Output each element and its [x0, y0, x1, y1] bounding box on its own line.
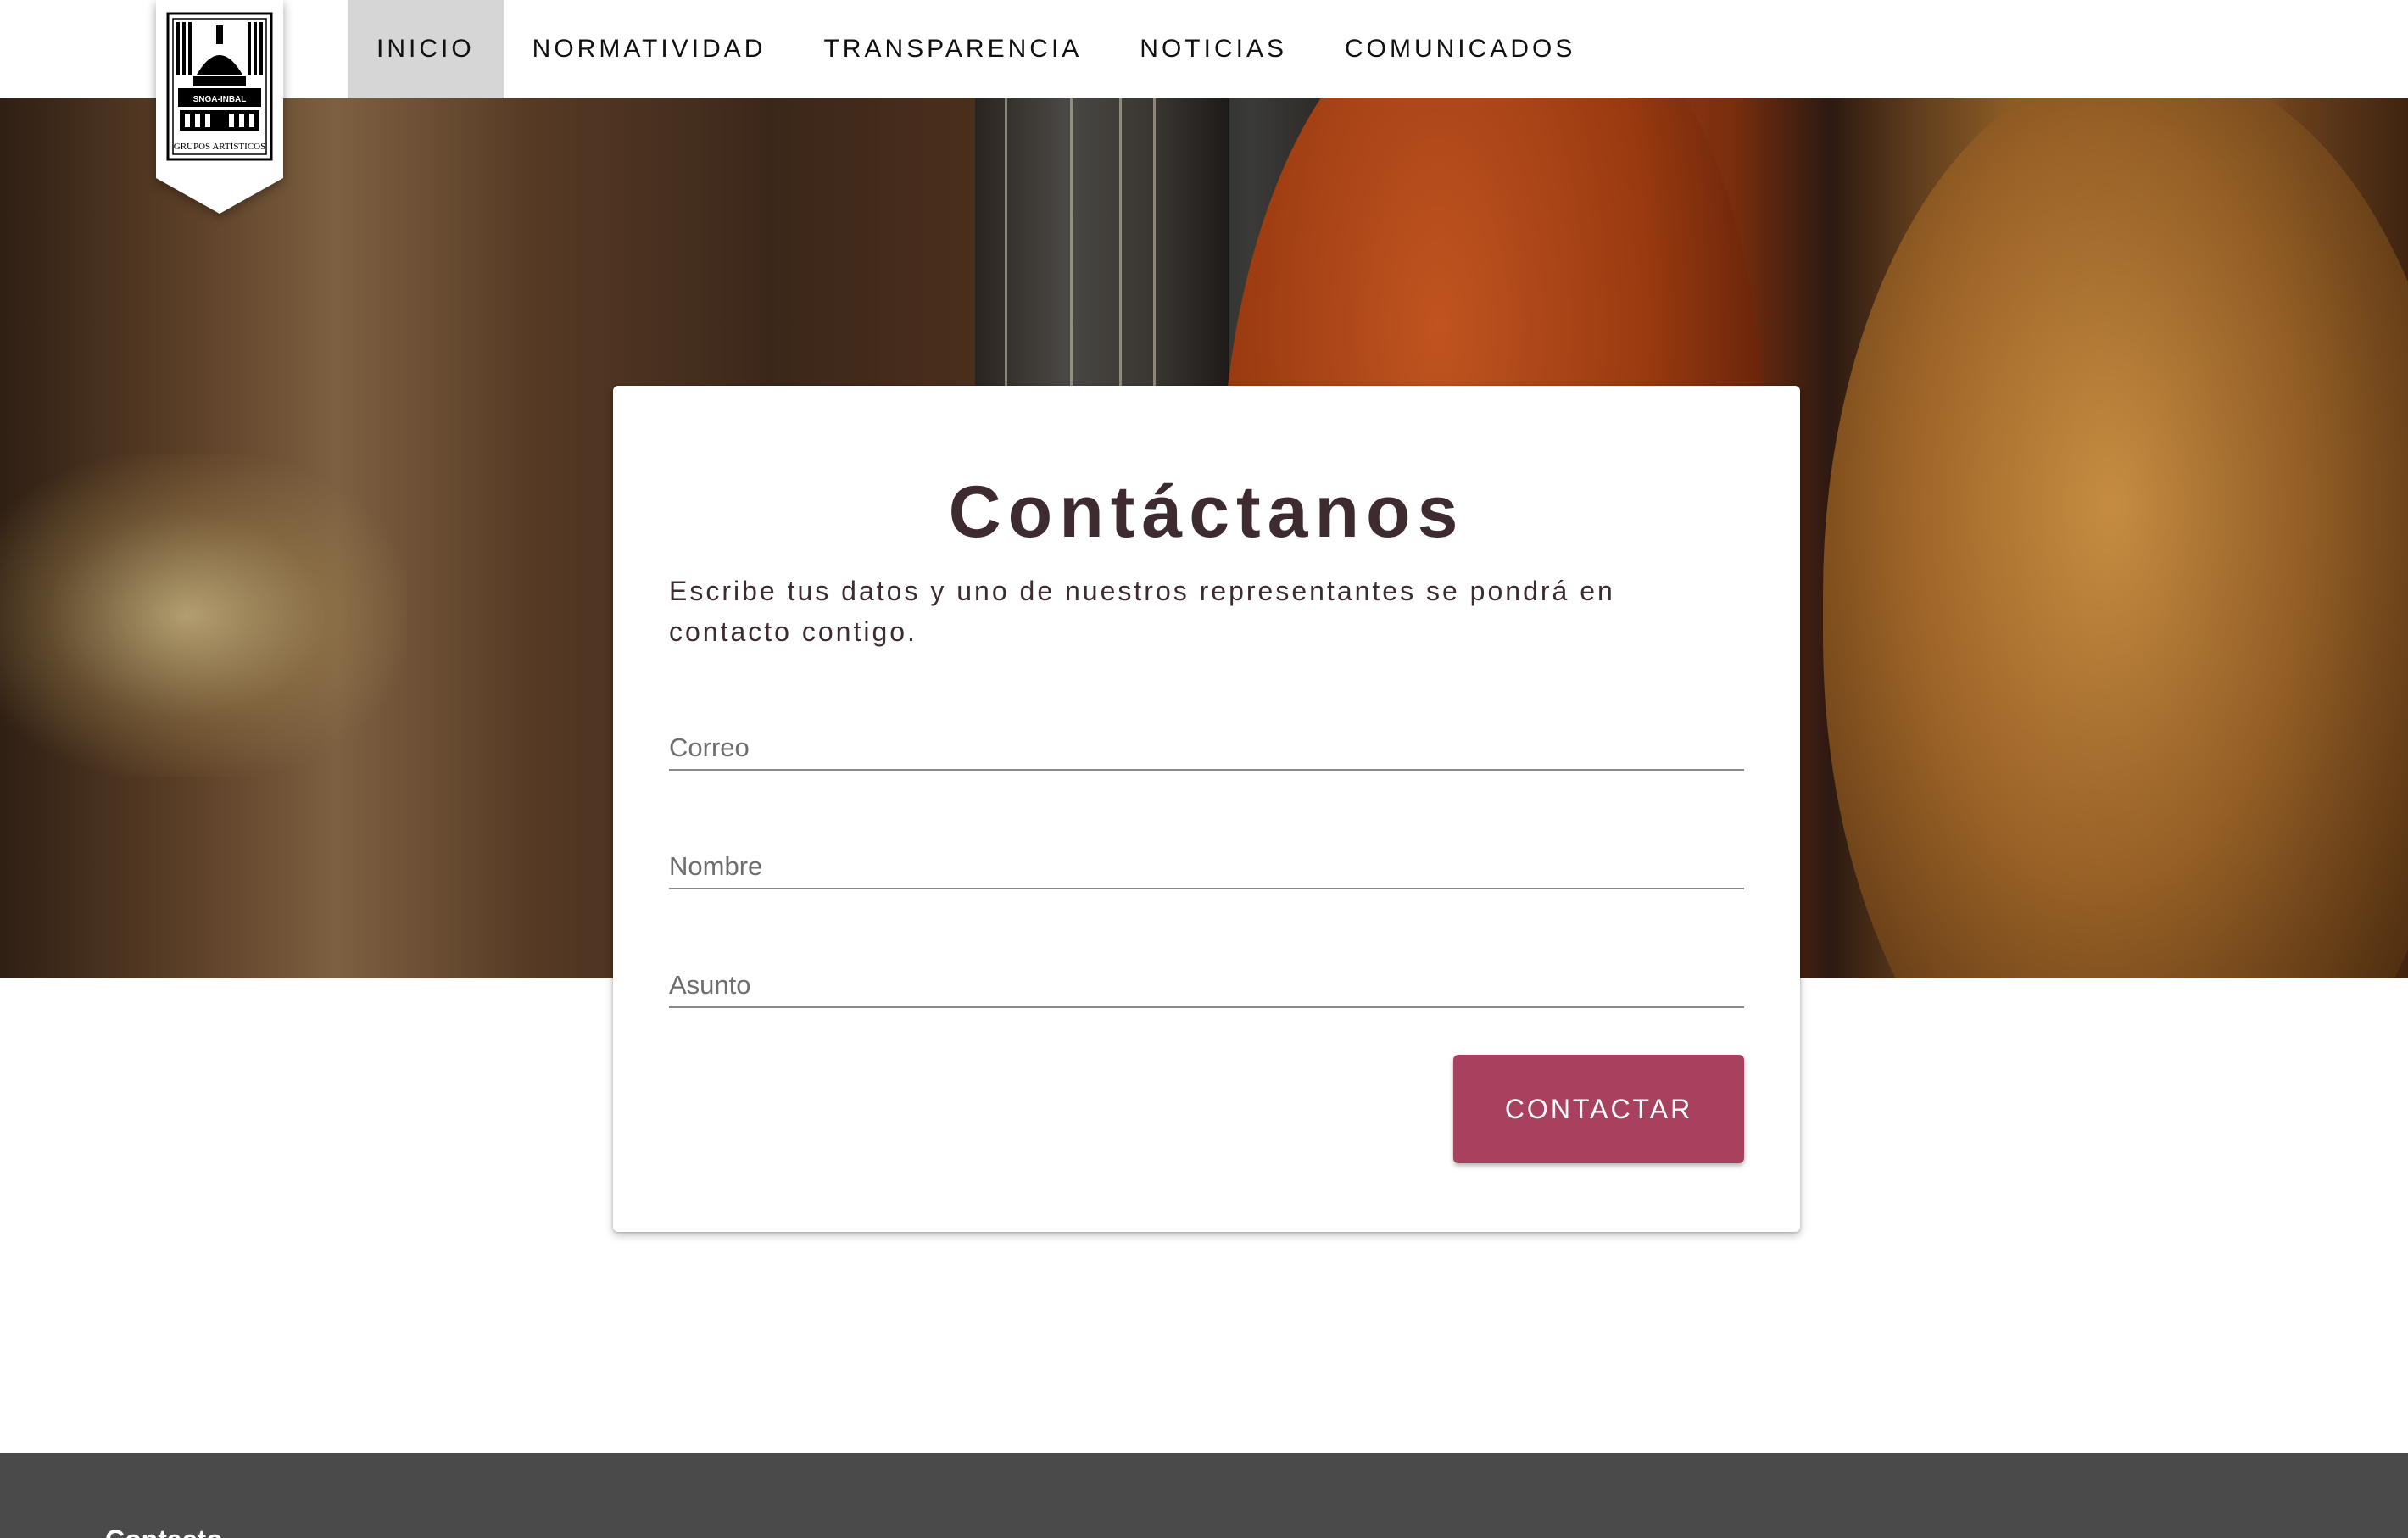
top-navbar: INICIO NORMATIVIDAD TRANSPARENCIA NOTICI…: [0, 0, 2408, 98]
subject-field: [669, 949, 1744, 1008]
nav-item-normatividad[interactable]: NORMATIVIDAD: [504, 0, 795, 98]
contact-description: Escribe tus datos y uno de nuestros repr…: [669, 576, 1615, 647]
email-field: [669, 711, 1744, 771]
name-field: [669, 830, 1744, 889]
logo-emblem-icon: SNGA-INBAL GRUPOS ARTÍSTICOS: [156, 0, 283, 214]
nav-item-noticias[interactable]: NOTICIAS: [1111, 0, 1316, 98]
site-logo[interactable]: SNGA-INBAL GRUPOS ARTÍSTICOS: [156, 0, 283, 214]
page-footer: Contacto: [0, 1453, 2408, 1538]
nav-menu: INICIO NORMATIVIDAD TRANSPARENCIA NOTICI…: [348, 0, 1604, 98]
contact-title: Contáctanos: [948, 471, 1465, 553]
email-input[interactable]: [669, 711, 1744, 769]
nav-item-transparencia[interactable]: TRANSPARENCIA: [794, 0, 1111, 98]
nav-item-comunicados[interactable]: COMUNICADOS: [1316, 0, 1604, 98]
nav-item-inicio[interactable]: INICIO: [348, 0, 504, 98]
name-input[interactable]: [669, 830, 1744, 888]
contact-card: Contáctanos Escribe tus datos y uno de n…: [613, 386, 1800, 1232]
subject-input[interactable]: [669, 949, 1744, 1006]
svg-text:SNGA-INBAL: SNGA-INBAL: [193, 95, 247, 104]
contactar-button[interactable]: CONTACTAR: [1453, 1055, 1744, 1163]
footer-title: Contacto: [105, 1524, 223, 1538]
svg-text:GRUPOS ARTÍSTICOS: GRUPOS ARTÍSTICOS: [174, 142, 265, 152]
